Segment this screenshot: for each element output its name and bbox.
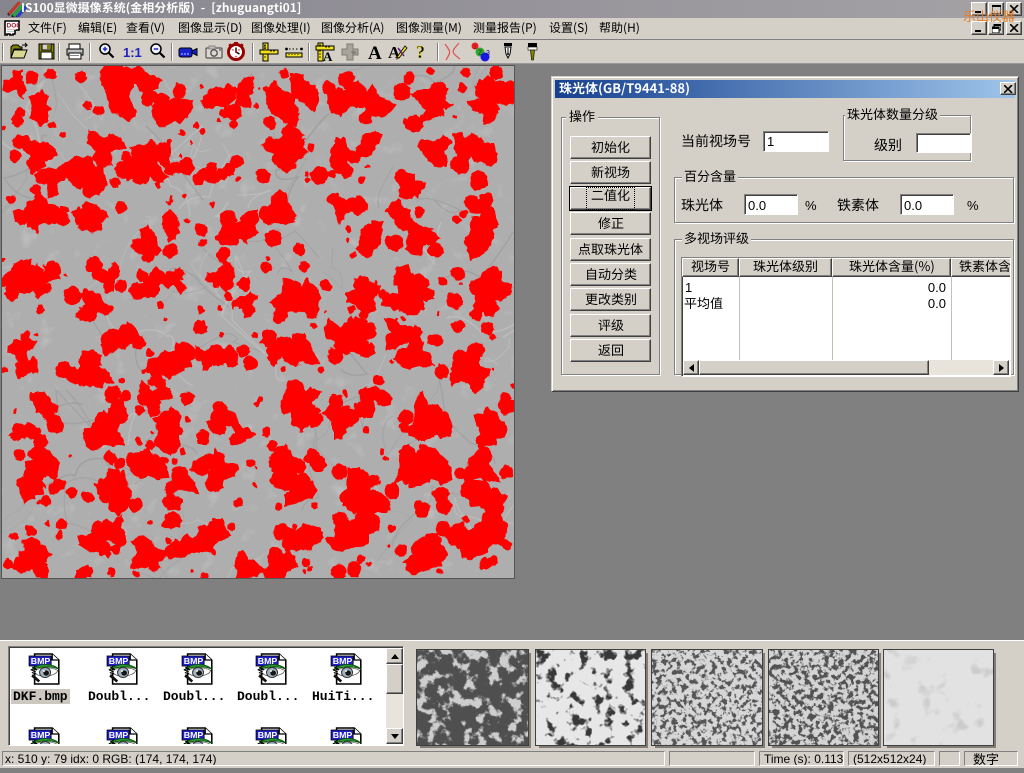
svg-text:5: 5 [264,45,267,51]
svg-text:1:1: 1:1 [123,45,142,60]
svg-text:DOC: DOC [7,23,21,30]
svg-text:A: A [323,49,333,62]
svg-text:?: ? [416,42,425,62]
svg-text:3: 3 [486,50,490,57]
svg-text:A: A [388,43,401,62]
svg-text:A: A [368,43,382,62]
